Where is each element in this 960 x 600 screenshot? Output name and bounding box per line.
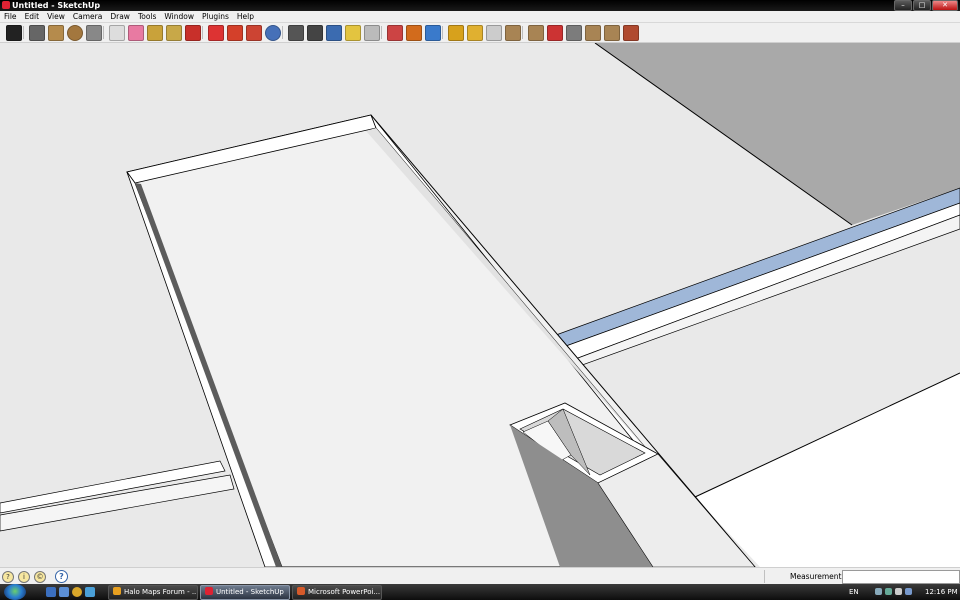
left-view-icon[interactable] xyxy=(623,25,639,41)
toolbar-separator xyxy=(381,26,382,39)
sketchup-task-icon xyxy=(205,587,213,595)
menu-bar: File Edit View Camera Draw Tools Window Plugins… xyxy=(0,11,960,23)
menu-file[interactable]: File xyxy=(0,11,21,22)
measurements-label: Measurements xyxy=(790,572,846,581)
title-bar: Untitled - SketchUp – □ ✕ xyxy=(0,0,960,11)
window-controls: – □ ✕ xyxy=(894,0,958,11)
close-button[interactable]: ✕ xyxy=(932,0,958,11)
minimize-button[interactable]: – xyxy=(894,0,912,11)
toolbar-separator xyxy=(103,26,104,39)
zoom-extents-icon[interactable] xyxy=(326,25,342,41)
paint-bucket-icon[interactable] xyxy=(147,25,163,41)
task-label: Microsoft PowerPoi... xyxy=(308,588,381,596)
modeling-viewport[interactable] xyxy=(0,43,960,567)
3d-model-scene[interactable] xyxy=(0,43,960,567)
select-tool-icon[interactable] xyxy=(6,25,22,41)
follow-me-icon[interactable] xyxy=(246,25,262,41)
start-button[interactable] xyxy=(4,584,26,600)
back-view-icon[interactable] xyxy=(604,25,620,41)
push-pull-tool-icon[interactable] xyxy=(185,25,201,41)
zoom-tool-icon[interactable] xyxy=(307,25,323,41)
line-tool-icon[interactable] xyxy=(29,25,45,41)
maximize-button[interactable]: □ xyxy=(913,0,931,11)
toolbar-separator xyxy=(442,26,443,39)
help-icon[interactable]: ? xyxy=(55,570,68,583)
security-icon[interactable] xyxy=(885,588,892,595)
clock[interactable]: 12:16 PM xyxy=(925,584,958,600)
geo-location-icon[interactable]: ? xyxy=(2,571,14,583)
axes-tool-icon[interactable] xyxy=(387,25,403,41)
measurements-input[interactable] xyxy=(842,570,960,584)
section-plane-icon[interactable] xyxy=(345,25,361,41)
circle-tool-icon[interactable] xyxy=(67,25,83,41)
styles-icon[interactable] xyxy=(448,25,464,41)
menu-view[interactable]: View xyxy=(43,11,69,22)
menu-window[interactable]: Window xyxy=(160,11,198,22)
chrome-task-icon xyxy=(113,587,121,595)
tray-app-icon[interactable] xyxy=(905,588,912,595)
main-toolbar xyxy=(0,23,960,43)
menu-plugins[interactable]: Plugins xyxy=(198,11,233,22)
quicklaunch-extra-icon[interactable] xyxy=(85,587,95,597)
language-indicator[interactable]: EN xyxy=(849,584,859,600)
menu-draw[interactable]: Draw xyxy=(106,11,134,22)
menu-tools[interactable]: Tools xyxy=(134,11,160,22)
task-sketchup[interactable]: Untitled - SketchUp xyxy=(200,585,290,600)
tape-measure-icon[interactable] xyxy=(166,25,182,41)
position-camera-icon[interactable] xyxy=(406,25,422,41)
task-label: Untitled - SketchUp xyxy=(216,588,284,596)
layers-icon[interactable] xyxy=(505,25,521,41)
menu-help[interactable]: Help xyxy=(233,11,258,22)
system-tray: EN 12:16 PM xyxy=(845,584,960,600)
status-bar: ? i © ? Measurements xyxy=(0,567,960,585)
menu-camera[interactable]: Camera xyxy=(69,11,106,22)
windows-taskbar: Halo Maps Forum - ... Untitled - SketchU… xyxy=(0,584,960,600)
task-label: Halo Maps Forum - ... xyxy=(124,588,198,596)
task-halo-maps[interactable]: Halo Maps Forum - ... xyxy=(108,585,198,600)
rectangle-tool-icon[interactable] xyxy=(48,25,64,41)
credits-icon[interactable]: i xyxy=(18,571,30,583)
3d-warehouse-icon[interactable] xyxy=(364,25,380,41)
move-tool-icon[interactable] xyxy=(208,25,224,41)
window-title: Untitled - SketchUp xyxy=(12,1,101,10)
sketchup-app-icon[interactable] xyxy=(2,1,10,9)
user-icon[interactable]: © xyxy=(34,571,46,583)
task-powerpoint[interactable]: Microsoft PowerPoi... xyxy=(292,585,382,600)
make-component-icon[interactable] xyxy=(109,25,125,41)
orbit-tool-icon[interactable] xyxy=(265,25,281,41)
iso-view-icon[interactable] xyxy=(528,25,544,41)
volume-icon[interactable] xyxy=(895,588,902,595)
fog-icon[interactable] xyxy=(486,25,502,41)
front-view-icon[interactable] xyxy=(566,25,582,41)
right-view-icon[interactable] xyxy=(585,25,601,41)
top-view-icon[interactable] xyxy=(547,25,563,41)
toolbar-separator xyxy=(522,26,523,39)
pan-tool-icon[interactable] xyxy=(288,25,304,41)
arc-tool-icon[interactable] xyxy=(86,25,102,41)
network-icon[interactable] xyxy=(875,588,882,595)
chrome-icon[interactable] xyxy=(72,587,82,597)
shadow-icon[interactable] xyxy=(467,25,483,41)
powerpoint-task-icon xyxy=(297,587,305,595)
show-desktop-icon[interactable] xyxy=(46,587,56,597)
toolbar-separator xyxy=(282,26,283,39)
eraser-tool-icon[interactable] xyxy=(128,25,144,41)
switch-windows-icon[interactable] xyxy=(59,587,69,597)
menu-edit[interactable]: Edit xyxy=(21,11,44,22)
status-divider xyxy=(764,570,765,583)
toolbar-separator xyxy=(202,26,203,39)
get-models-icon[interactable] xyxy=(425,25,441,41)
toolbar-separator xyxy=(23,26,24,39)
rotate-tool-icon[interactable] xyxy=(227,25,243,41)
